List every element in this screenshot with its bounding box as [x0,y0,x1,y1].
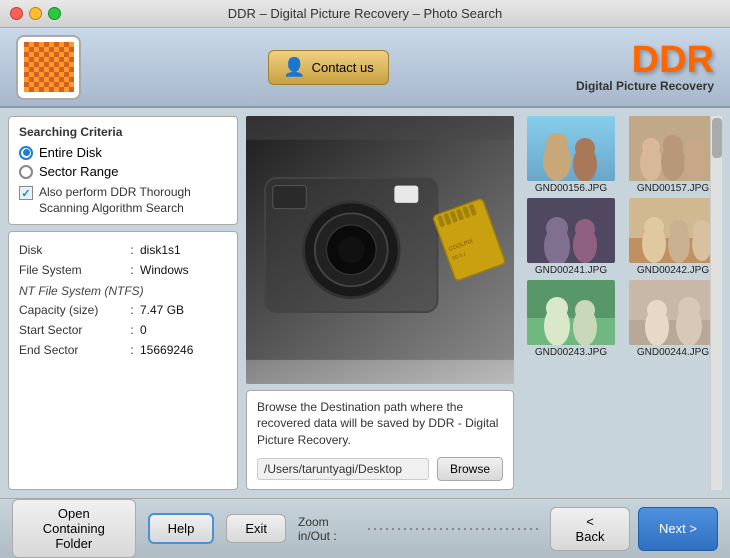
logo-icon [24,42,74,92]
contact-button[interactable]: 👤 Contact us [268,50,389,85]
contact-icon: 👤 [283,57,305,78]
start-sector-label: Start Sector [19,323,124,337]
capacity-row: Capacity (size) : 7.47 GB [19,300,227,320]
camera-image: COOLPIX SD 5.1 [246,116,514,384]
entire-disk-label: Entire Disk [39,145,102,160]
contact-label: Contact us [312,60,374,75]
thumbnail-image [629,198,717,263]
thumbnail-image [629,280,717,345]
entire-disk-radio[interactable] [19,146,33,160]
thumbnail-image [527,116,615,181]
open-folder-button[interactable]: Open Containing Folder [12,499,136,558]
logo-box [16,35,81,100]
sector-range-radio-row[interactable]: Sector Range [19,164,227,179]
thumbnail-image [527,198,615,263]
camera-svg: COOLPIX SD 5.1 [246,116,514,384]
end-sector-label: End Sector [19,343,124,357]
footer: Open Containing Folder Help Exit Zoom in… [0,498,730,558]
end-sector-row: End Sector : 15669246 [19,340,227,360]
disk-row: Disk : disk1s1 [19,240,227,260]
thumbnail-label: GND00157.JPG [637,183,709,194]
scrollbar-thumb[interactable] [712,118,722,158]
disk-value: disk1s1 [140,243,181,257]
list-item[interactable]: GND00244.JPG [624,280,722,358]
sector-range-label: Sector Range [39,164,119,179]
disk-info-box: Disk : disk1s1 File System : Windows NT … [8,231,238,490]
zoom-track [368,528,538,530]
browse-button[interactable]: Browse [437,457,503,481]
close-button[interactable] [10,7,23,20]
thumbnail-label: GND00242.JPG [637,265,709,276]
header-right: DDR Digital Picture Recovery [576,41,714,93]
ntfs-label: NT File System (NTFS) [19,280,227,300]
zoom-section: Zoom in/Out : [298,515,538,543]
window-title: DDR – Digital Picture Recovery – Photo S… [228,6,503,21]
destination-box: Browse the Destination path where the re… [246,390,514,490]
thorough-scan-checkbox[interactable]: ✓ [19,186,33,200]
list-item[interactable]: GND00157.JPG [624,116,722,194]
list-item[interactable]: GND00156.JPG [522,116,620,194]
window-controls [10,7,61,20]
thorough-scan-label: Also perform DDR Thorough Scanning Algor… [39,185,227,216]
next-button[interactable]: Next > [638,507,718,551]
end-sector-value: 15669246 [140,343,193,357]
maximize-button[interactable] [48,7,61,20]
header: 👤 Contact us DDR Digital Picture Recover… [0,28,730,108]
end-colon: : [124,343,140,357]
thorough-scan-checkbox-row[interactable]: ✓ Also perform DDR Thorough Scanning Alg… [19,185,227,216]
start-sector-value: 0 [140,323,147,337]
thumbnail-image [527,280,615,345]
list-item[interactable]: GND00241.JPG [522,198,620,276]
disk-label: Disk [19,243,124,257]
entire-disk-radio-row[interactable]: Entire Disk [19,145,227,160]
start-colon: : [124,323,140,337]
fs-colon: : [124,263,140,277]
minimize-button[interactable] [29,7,42,20]
left-panel: Searching Criteria Entire Disk Sector Ra… [8,116,238,490]
start-sector-row: Start Sector : 0 [19,320,227,340]
capacity-colon: : [124,303,140,317]
photo-preview: COOLPIX SD 5.1 [246,116,514,384]
thumbnail-label: GND00241.JPG [535,265,607,276]
capacity-value: 7.47 GB [140,303,184,317]
center-panel: COOLPIX SD 5.1 Browse the Destination pa… [246,116,514,490]
title-bar: DDR – Digital Picture Recovery – Photo S… [0,0,730,28]
exit-button[interactable]: Exit [226,514,286,543]
destination-path[interactable]: /Users/taruntyagi/Desktop [257,458,429,480]
zoom-slider[interactable] [368,522,538,536]
disk-colon: : [124,243,140,257]
list-item[interactable]: GND00242.JPG [624,198,722,276]
thumbnail-label: GND00244.JPG [637,347,709,358]
sector-range-radio[interactable] [19,165,33,179]
scrollbar[interactable] [710,116,722,490]
fs-label: File System [19,263,124,277]
ddr-subtitle: Digital Picture Recovery [576,79,714,93]
destination-text: Browse the Destination path where the re… [257,399,503,449]
right-panel: GND00156.JPG GND00157.JPG [522,116,722,490]
destination-row: /Users/taruntyagi/Desktop Browse [257,457,503,481]
thumbnail-label: GND00243.JPG [535,347,607,358]
ddr-logo: DDR [576,41,714,79]
list-item[interactable]: GND00243.JPG [522,280,620,358]
thumbnail-image [629,116,717,181]
checkmark-icon: ✓ [21,187,30,200]
back-button[interactable]: < Back [550,507,630,551]
thumbnail-grid: GND00156.JPG GND00157.JPG [522,116,722,358]
search-criteria-box: Searching Criteria Entire Disk Sector Ra… [8,116,238,225]
search-criteria-title: Searching Criteria [19,125,227,139]
fs-value: Windows [140,263,189,277]
header-center: 👤 Contact us [81,50,576,85]
main-content: Searching Criteria Entire Disk Sector Ra… [0,108,730,498]
thumbnail-label: GND00156.JPG [535,183,607,194]
help-button[interactable]: Help [148,513,215,544]
filesystem-row: File System : Windows [19,260,227,280]
footer-right: < Back Next > [550,507,718,551]
zoom-label: Zoom in/Out : [298,515,360,543]
capacity-label: Capacity (size) [19,303,124,317]
